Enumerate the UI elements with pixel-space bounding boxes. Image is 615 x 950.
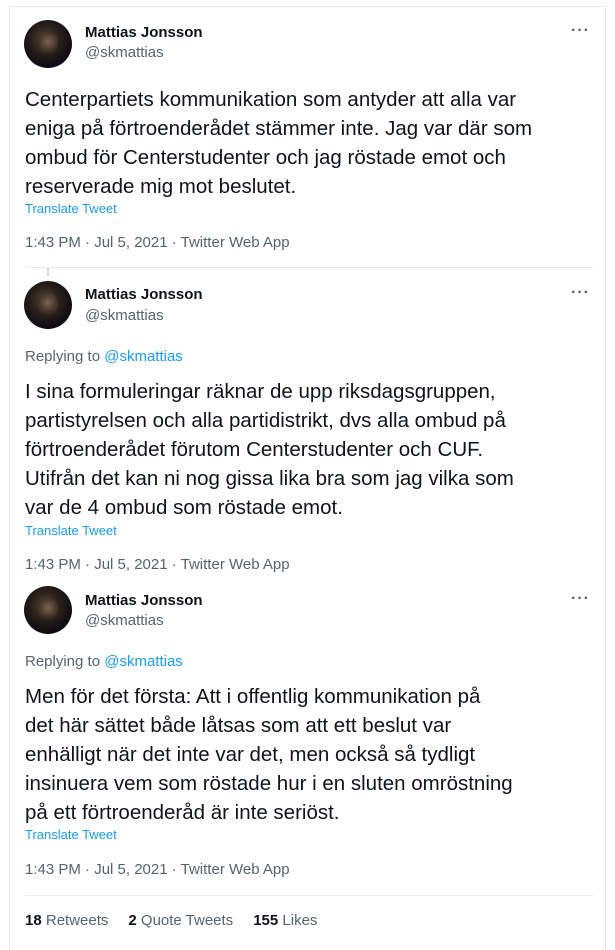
tweet-text-line: förtroenderådet förutom Centerstudenter … bbox=[25, 438, 484, 461]
translate-tweet-link[interactable]: Translate Tweet bbox=[25, 201, 117, 216]
tweet-timestamp[interactable]: 1:43 PM · Jul 5, 2021 · Twitter Web App bbox=[25, 556, 290, 573]
tweet-3[interactable]: Mattias Jonsson @skmattias ··· Replying … bbox=[9, 580, 606, 895]
tweet-text-line: ombud för Centerstudenter och jag röstad… bbox=[25, 146, 506, 169]
quote-tweets-label: Quote Tweets bbox=[140, 912, 234, 929]
retweets-label: Retweets bbox=[45, 912, 109, 929]
more-options-icon[interactable]: ··· bbox=[571, 590, 590, 608]
tweet-text-line: eniga på förtroenderådet stämmer inte. J… bbox=[25, 117, 533, 140]
translate-tweet-link[interactable]: Translate Tweet bbox=[25, 827, 117, 842]
author-name[interactable]: Mattias Jonsson bbox=[85, 286, 203, 303]
likes-count: 155 bbox=[253, 912, 279, 929]
tweet-1[interactable]: Mattias Jonsson @skmattias ··· Centerpar… bbox=[9, 0, 606, 262]
more-options-icon[interactable]: ··· bbox=[571, 284, 590, 302]
tweet-2[interactable]: Mattias Jonsson @skmattias ··· Replying … bbox=[9, 270, 606, 580]
tweet-text-line: det här sättet både låtsas som att ett b… bbox=[25, 714, 452, 737]
replying-to: Replying to @skmattias bbox=[25, 348, 183, 365]
more-options-icon[interactable]: ··· bbox=[571, 22, 590, 40]
retweets-stat[interactable]: 18 Retweets bbox=[25, 912, 108, 929]
tweet-text-line: I sina formuleringar räknar de upp riksd… bbox=[25, 380, 496, 403]
avatar[interactable] bbox=[24, 281, 72, 329]
tweet-text-line: reserverade mig mot beslutet. bbox=[25, 175, 297, 198]
replying-to-label: Replying to bbox=[25, 348, 105, 365]
author-handle[interactable]: @skmattias bbox=[85, 307, 164, 324]
replying-to: Replying to @skmattias bbox=[25, 653, 183, 670]
retweets-count: 18 bbox=[25, 912, 42, 929]
author-handle[interactable]: @skmattias bbox=[85, 44, 164, 61]
replying-to-handle-link[interactable]: @skmattias bbox=[104, 653, 183, 670]
tweet-text-line: på ett förtroenderåd är inte seriöst. bbox=[25, 801, 340, 824]
tweet-text-line: Utifrån det kan ni nog gissa lika bra so… bbox=[25, 467, 514, 490]
divider bbox=[25, 267, 593, 268]
replying-to-handle-link[interactable]: @skmattias bbox=[104, 348, 183, 365]
engagement-stats: 18 Retweets 2 Quote Tweets 155 Likes bbox=[25, 912, 317, 929]
tweet-text-line: Centerpartiets kommunikation som antyder… bbox=[25, 88, 517, 111]
replying-to-label: Replying to bbox=[25, 653, 105, 670]
avatar[interactable] bbox=[24, 20, 72, 68]
likes-stat[interactable]: 155 Likes bbox=[253, 912, 317, 929]
quote-tweets-count: 2 bbox=[128, 912, 137, 929]
avatar[interactable] bbox=[24, 586, 72, 634]
tweet-text: Centerpartiets kommunikation som antyder… bbox=[25, 85, 595, 201]
tweet-text-line: Men för det första: Att i offentlig komm… bbox=[25, 685, 481, 708]
likes-label: Likes bbox=[282, 912, 318, 929]
tweet-timestamp[interactable]: 1:43 PM · Jul 5, 2021 · Twitter Web App bbox=[25, 234, 290, 251]
author-handle[interactable]: @skmattias bbox=[85, 612, 164, 629]
author-name[interactable]: Mattias Jonsson bbox=[85, 24, 203, 41]
tweet-text-line: partistyrelsen och alla partidistrikt, d… bbox=[25, 409, 506, 432]
divider bbox=[25, 895, 593, 896]
tweet-timestamp[interactable]: 1:43 PM · Jul 5, 2021 · Twitter Web App bbox=[25, 861, 290, 878]
quote-tweets-stat[interactable]: 2 Quote Tweets bbox=[128, 912, 233, 929]
author-name[interactable]: Mattias Jonsson bbox=[85, 592, 203, 609]
tweet-text-line: var de 4 ombud som röstade emot. bbox=[25, 496, 343, 519]
tweet-text: I sina formuleringar räknar de upp riksd… bbox=[25, 377, 595, 522]
tweet-text: Men för det första: Att i offentlig komm… bbox=[25, 682, 595, 827]
translate-tweet-link[interactable]: Translate Tweet bbox=[25, 523, 117, 538]
tweet-text-line: enhälligt när det inte var det, men ocks… bbox=[25, 743, 476, 766]
tweet-text-line: insinuera vem som röstade hur i en slute… bbox=[25, 772, 513, 795]
